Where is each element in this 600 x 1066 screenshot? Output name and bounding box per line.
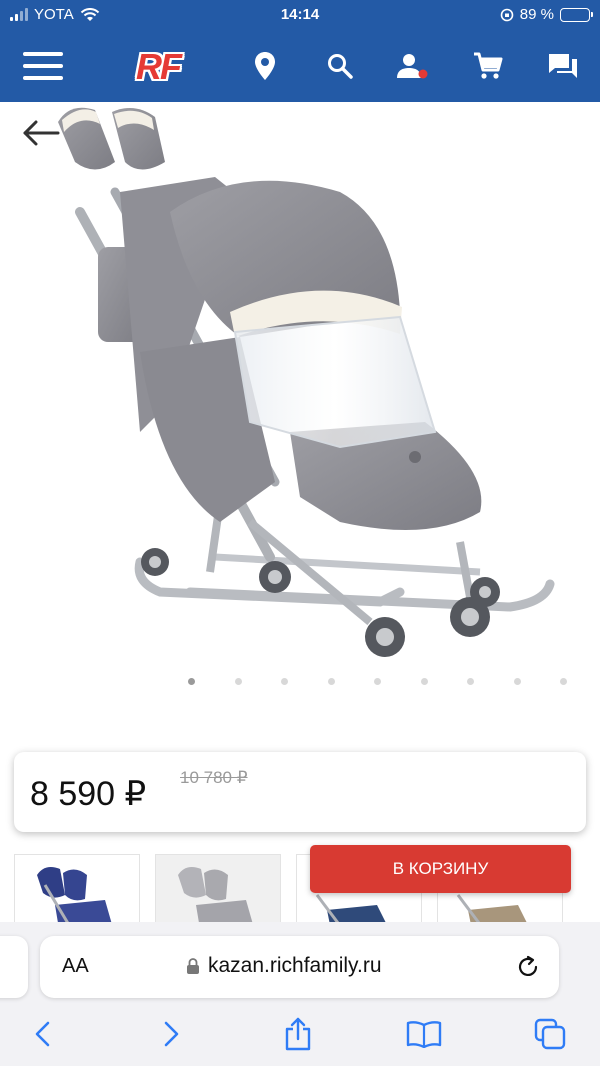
reload-icon[interactable] xyxy=(515,954,541,980)
text-size-button[interactable]: AA xyxy=(62,955,89,978)
cart-icon xyxy=(474,52,503,79)
tabs-button[interactable] xyxy=(528,1016,572,1052)
battery-percent: 89 % xyxy=(519,6,554,23)
status-bar: YOTA 14:14 89 % xyxy=(0,0,600,32)
orientation-lock-icon xyxy=(500,8,514,21)
chat-button[interactable] xyxy=(540,46,586,86)
pagination-dot[interactable] xyxy=(467,678,474,685)
header: YOTA 14:14 89 % RF xyxy=(0,0,600,102)
back-button[interactable] xyxy=(20,1016,64,1052)
tabs-icon xyxy=(534,1018,566,1050)
pagination-dot[interactable] xyxy=(234,678,242,685)
chevron-right-icon xyxy=(164,1021,179,1047)
screen: YOTA 14:14 89 % RF 8 590 ₽ 10 780 ₽ В КО… xyxy=(0,0,600,1066)
url-text[interactable]: kazan.richfamily.ru xyxy=(208,954,382,978)
rf-logo[interactable]: RF xyxy=(128,46,188,88)
pagination-dot[interactable] xyxy=(513,678,521,685)
add-to-cart-button[interactable]: В КОРЗИНУ xyxy=(310,845,571,893)
search-button[interactable] xyxy=(317,46,363,86)
account-button[interactable] xyxy=(390,46,436,86)
gallery-pagination xyxy=(0,676,600,688)
location-button[interactable] xyxy=(242,46,288,86)
menu-icon xyxy=(23,52,63,80)
product-image[interactable] xyxy=(40,102,560,682)
chat-icon xyxy=(549,54,577,78)
previous-tab-peek[interactable] xyxy=(0,936,28,998)
forward-button[interactable] xyxy=(150,1016,194,1052)
account-icon xyxy=(397,54,428,79)
pagination-dot[interactable] xyxy=(188,678,195,685)
book-icon xyxy=(406,1021,442,1048)
app-bar: RF xyxy=(0,34,600,102)
pagination-dot[interactable] xyxy=(281,678,288,685)
pagination-dot[interactable] xyxy=(420,678,428,685)
share-button[interactable] xyxy=(276,1016,320,1052)
current-price: 8 590 ₽ xyxy=(30,775,147,813)
battery-icon xyxy=(560,7,593,22)
pagination-dot[interactable] xyxy=(374,678,381,685)
menu-button[interactable] xyxy=(20,46,66,86)
lock-icon xyxy=(187,958,199,974)
pagination-dot[interactable] xyxy=(327,678,335,685)
product-gallery[interactable] xyxy=(0,102,600,702)
chevron-left-icon xyxy=(35,1021,50,1047)
old-price: 10 780 ₽ xyxy=(180,768,248,787)
cart-button[interactable] xyxy=(465,46,511,86)
browser-toolbar: AA kazan.richfamily.ru xyxy=(0,922,600,1066)
back-arrow-icon[interactable] xyxy=(20,118,60,148)
location-pin-icon xyxy=(255,52,275,80)
pagination-dot[interactable] xyxy=(560,678,567,685)
bookmarks-button[interactable] xyxy=(402,1016,446,1052)
address-bar[interactable]: AA kazan.richfamily.ru xyxy=(40,936,559,998)
share-icon xyxy=(285,1017,311,1051)
search-icon xyxy=(328,54,353,79)
price-card: 8 590 ₽ 10 780 ₽ xyxy=(14,752,586,832)
